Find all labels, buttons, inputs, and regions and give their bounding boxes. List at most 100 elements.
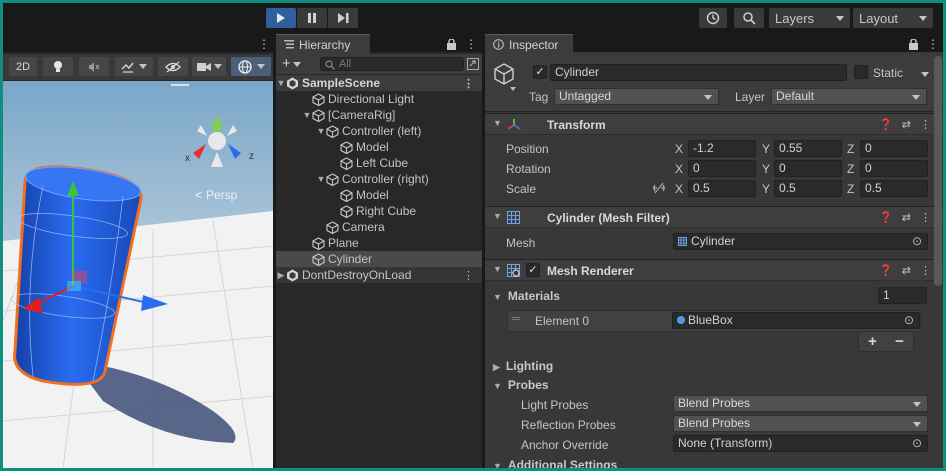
visibility-toggle-button[interactable] [158,57,188,76]
kebab-menu-icon[interactable]: ⋮ [920,211,931,224]
remove-element-button[interactable]: − [895,333,904,350]
kebab-menu-icon[interactable]: ⋮ [920,264,931,277]
mesh-renderer-header[interactable]: ▼ ✓ Mesh Renderer ❓ ⇄ ⋮ [485,259,943,281]
search-icon [742,11,756,25]
chevron-down-icon [256,64,265,69]
position-x-field[interactable]: -1.2 [688,140,756,157]
hierarchy-item[interactable]: Left Cube [276,155,482,171]
object-name-field[interactable]: Cylinder [550,64,847,81]
help-icon[interactable]: ❓ [879,118,893,131]
scale-y-field[interactable]: 0.5 [774,180,842,197]
object-picker-icon[interactable]: ⊙ [904,313,914,328]
hierarchy-item[interactable]: Model [276,187,482,203]
lock-icon[interactable] [447,39,456,50]
axis-z-label: Z [847,182,855,196]
reflection-probes-dropdown[interactable]: Blend Probes [673,415,928,432]
scene-visibility-icon[interactable] [467,58,479,70]
hierarchy-item[interactable]: Model [276,139,482,155]
unlinked-scale-icon[interactable] [652,182,666,194]
help-icon[interactable]: ❓ [879,264,893,277]
toggle-2d-button[interactable]: 2D [9,57,37,76]
hierarchy-scene-row[interactable]: ▶ DontDestroyOnLoad ⋮ [276,267,482,283]
mesh-filter-header[interactable]: ▼ Cylinder (Mesh Filter) ❓ ⇄ ⋮ [485,206,943,228]
collapse-arrow-icon[interactable]: ▼ [316,126,326,136]
camera-dropdown[interactable] [192,57,226,76]
effects-dropdown[interactable] [115,57,153,76]
light-probes-dropdown[interactable]: Blend Probes [673,395,928,412]
rotation-z-field[interactable]: 0 [860,160,928,177]
expand-arrow-icon[interactable]: ▶ [276,270,286,281]
probes-foldout[interactable]: ▼ Probes [493,378,549,392]
additional-settings-foldout[interactable]: ▼ Additional Settings [493,458,617,468]
mesh-renderer-enabled-checkbox[interactable]: ✓ [526,263,540,277]
kebab-menu-icon[interactable]: ⋮ [463,269,474,282]
preset-icon[interactable]: ⇄ [902,264,911,277]
tag-dropdown[interactable]: Untagged [554,88,719,105]
collapse-arrow-icon: ▼ [493,211,502,221]
preset-icon[interactable]: ⇄ [902,118,911,131]
hierarchy-item[interactable]: Directional Light [276,91,482,107]
add-element-button[interactable]: + [868,333,877,350]
drag-handle-icon[interactable]: ═ [512,313,520,325]
play-button[interactable] [266,8,296,28]
inspector-scrollbar[interactable] [934,56,942,286]
scale-x-field[interactable]: 0.5 [688,180,756,197]
scale-z-field[interactable]: 0.5 [860,180,928,197]
object-picker-icon[interactable]: ⊙ [912,234,922,249]
mesh-grid-icon [678,237,687,246]
hierarchy-item[interactable]: Camera [276,219,482,235]
hierarchy-item[interactable]: Plane [276,235,482,251]
search-button[interactable] [734,8,764,28]
hierarchy-item[interactable]: ▼ [CameraRig] [276,107,482,123]
rotation-x-field[interactable]: 0 [688,160,756,177]
kebab-menu-icon[interactable]: ⋮ [258,38,270,50]
tab-inspector[interactable]: Inspector [485,34,573,54]
hierarchy-scene-row[interactable]: ▼ SampleScene ⋮ [276,75,482,91]
history-button[interactable] [699,8,727,28]
object-picker-icon[interactable]: ⊙ [912,436,922,451]
pause-button[interactable] [297,8,327,28]
layer-dropdown[interactable]: Default [771,88,927,105]
scene-viewport[interactable]: x z < Persp [3,81,273,468]
audio-toggle-button[interactable] [79,57,109,76]
rotation-y-field[interactable]: 0 [774,160,842,177]
hierarchy-item[interactable]: Right Cube [276,203,482,219]
hierarchy-item[interactable]: ▼ Controller (left) [276,123,482,139]
collapse-arrow-icon[interactable]: ▼ [276,78,286,88]
create-dropdown[interactable]: + [282,56,301,72]
camera-icon [196,62,211,71]
transform-header[interactable]: ▼ Transform ❓ ⇄ ⋮ [485,113,943,135]
chevron-down-icon[interactable] [510,87,516,91]
material-object-field[interactable]: BlueBox ⊙ [672,312,920,329]
position-y-field[interactable]: 0.55 [774,140,842,157]
layers-dropdown[interactable]: Layers [769,8,850,28]
mesh-object-field[interactable]: Cylinder ⊙ [673,233,928,250]
chevron-down-icon[interactable] [921,72,929,77]
collapse-arrow-icon[interactable]: ▼ [302,110,312,120]
hierarchy-item[interactable]: ▼ Controller (right) [276,171,482,187]
materials-foldout[interactable]: ▼ Materials [493,289,560,303]
kebab-menu-icon[interactable]: ⋮ [920,118,931,131]
kebab-menu-icon[interactable]: ⋮ [927,38,939,50]
kebab-menu-icon[interactable]: ⋮ [463,77,474,90]
lighting-toggle-button[interactable] [43,57,73,76]
gizmos-dropdown[interactable] [231,57,271,76]
active-checkbox[interactable]: ✓ [533,65,547,79]
anchor-override-field[interactable]: None (Transform) ⊙ [673,435,928,452]
materials-size-field[interactable]: 1 [878,287,927,304]
hierarchy-search-input[interactable]: All [320,57,464,71]
preset-icon[interactable]: ⇄ [902,211,911,224]
hierarchy-item[interactable]: Cylinder [276,251,482,267]
step-button[interactable] [328,8,358,28]
help-icon[interactable]: ❓ [879,211,893,224]
lock-icon[interactable] [909,39,918,50]
collapse-arrow-icon: ▼ [493,461,502,468]
gameobject-cube-icon[interactable] [493,62,515,86]
position-z-field[interactable]: 0 [860,140,928,157]
tab-hierarchy[interactable]: Hierarchy [276,34,370,54]
lighting-foldout[interactable]: ▶ Lighting [493,359,553,373]
layout-dropdown[interactable]: Layout [853,8,933,28]
static-checkbox[interactable] [854,65,868,79]
kebab-menu-icon[interactable]: ⋮ [465,38,477,50]
collapse-arrow-icon[interactable]: ▼ [316,174,326,184]
